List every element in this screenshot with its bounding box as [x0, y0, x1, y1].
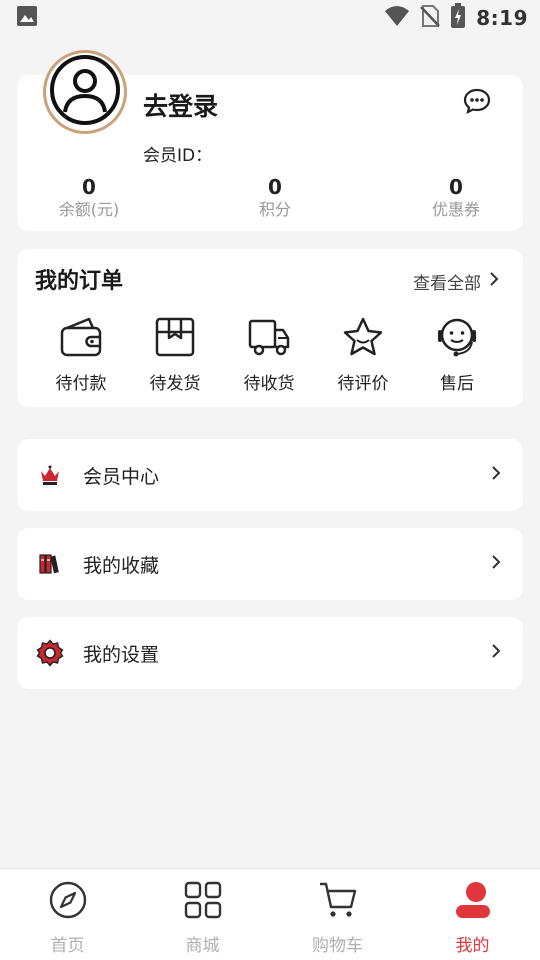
order-label: 待收货	[243, 374, 295, 394]
wallet-icon	[41, 313, 121, 361]
battery-charging-icon	[450, 3, 466, 33]
order-after-sales[interactable]: 售后	[417, 313, 497, 394]
nav-mall[interactable]: 商城	[135, 869, 270, 960]
stat-value: 0	[82, 175, 96, 199]
stat-value: 0	[449, 175, 463, 199]
headset-icon	[417, 313, 497, 361]
grid-icon	[184, 881, 222, 919]
stat-label: 积分	[258, 200, 291, 219]
nav-cart[interactable]: 购物车	[270, 869, 405, 960]
orders-title: 我的订单	[35, 269, 124, 294]
chevron-right-icon	[491, 554, 501, 574]
box-icon	[135, 313, 215, 361]
login-button[interactable]: 去登录	[143, 87, 218, 123]
menu-item-favorites[interactable]: 我的收藏	[17, 528, 523, 600]
menu-item-member-center[interactable]: 会员中心	[17, 439, 523, 511]
order-label: 待付款	[55, 374, 107, 394]
menu-item-settings[interactable]: 我的设置	[17, 617, 523, 689]
compass-icon	[49, 881, 87, 919]
stat-value: 0	[268, 175, 282, 199]
nav-label: 购物车	[312, 936, 363, 956]
bottom-nav: 首页 商城 购物车 我的	[0, 868, 540, 960]
person-icon	[455, 881, 491, 919]
stat-points[interactable]: 0 积分	[215, 175, 335, 221]
stats-row: 0 余额(元) 0 积分 0 优惠券	[17, 175, 523, 225]
stat-balance[interactable]: 0 余额(元)	[29, 175, 149, 221]
user-avatar-icon	[49, 54, 121, 130]
chevron-right-icon	[491, 643, 501, 663]
message-button[interactable]	[461, 87, 493, 119]
wifi-icon	[384, 5, 410, 31]
nav-label: 首页	[50, 936, 85, 956]
nav-home[interactable]: 首页	[0, 869, 135, 960]
view-all-label: 查看全部	[413, 274, 481, 294]
crown-icon	[35, 460, 65, 490]
status-bar: 8:19	[0, 0, 540, 36]
chevron-right-icon	[491, 465, 501, 485]
cart-icon	[318, 881, 358, 919]
chat-bubble-icon	[463, 87, 491, 119]
clock: 8:19	[476, 6, 528, 30]
stat-label: 优惠券	[431, 200, 480, 219]
no-sim-icon	[420, 4, 441, 32]
star-icon	[323, 313, 403, 361]
truck-icon	[229, 313, 309, 361]
order-pending-receipt[interactable]: 待收货	[229, 313, 309, 394]
menu-label: 我的收藏	[83, 554, 160, 577]
order-pending-shipment[interactable]: 待发货	[135, 313, 215, 394]
order-label: 待发货	[149, 374, 201, 394]
avatar[interactable]	[43, 50, 127, 134]
view-all-orders-link[interactable]: 查看全部	[413, 269, 499, 294]
menu-label: 我的设置	[83, 643, 160, 666]
image-icon	[16, 5, 38, 31]
stat-label: 余额(元)	[58, 200, 120, 219]
orders-card: 我的订单 查看全部 待付款 待发货 待收货 待评价 售后	[17, 249, 523, 407]
profile-card: 去登录 会员ID： 0 余额(元) 0 积分 0 优惠券	[17, 50, 523, 231]
nav-label: 我的	[455, 936, 490, 956]
order-pending-review[interactable]: 待评价	[323, 313, 403, 394]
order-label: 待评价	[337, 374, 389, 394]
menu-label: 会员中心	[83, 465, 160, 488]
member-id-label: 会员ID：	[143, 146, 213, 166]
order-label: 售后	[440, 374, 474, 394]
nav-label: 商城	[185, 936, 220, 956]
order-pending-payment[interactable]: 待付款	[41, 313, 121, 394]
stat-coupons[interactable]: 0 优惠券	[396, 175, 516, 221]
books-icon	[35, 549, 65, 579]
nav-mine[interactable]: 我的	[405, 869, 540, 960]
chevron-right-icon	[489, 271, 499, 292]
gear-icon	[35, 638, 65, 668]
